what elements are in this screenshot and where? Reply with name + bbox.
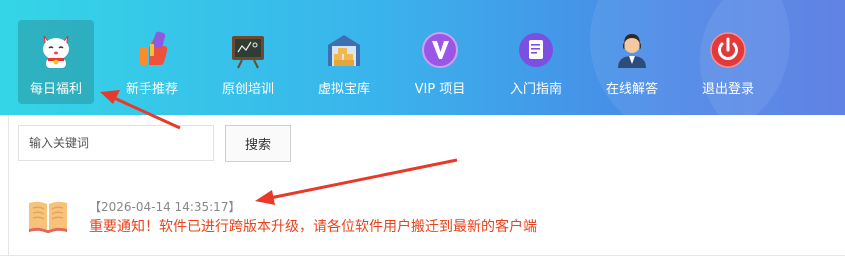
- guide-document-icon: [519, 33, 553, 67]
- nav-item-label: 每日福利: [29, 82, 82, 97]
- lucky-cat-icon: [43, 35, 69, 68]
- divider: [0, 255, 845, 256]
- nav-item-label: 在线解答: [605, 82, 658, 97]
- search-button-label: 搜索: [244, 138, 271, 153]
- open-book-icon: [29, 201, 67, 233]
- nav-item-beginner-guide[interactable]: 入门指南: [498, 20, 574, 104]
- notice-timestamp: 【2026-04-14 14:35:17】: [89, 200, 241, 214]
- thumbs-up-icon: [140, 31, 168, 65]
- vip-badge-icon: [422, 32, 458, 68]
- nav-item-original-training[interactable]: 原创培训: [210, 20, 286, 104]
- nav-item-label: 入门指南: [509, 82, 562, 97]
- search-input[interactable]: [18, 125, 214, 161]
- notice-text[interactable]: 重要通知！软件已进行跨版本升级，请各位软件用户搬迁到最新的客户端: [89, 216, 537, 236]
- nav-item-beginner-recommend[interactable]: 新手推荐: [114, 20, 190, 104]
- nav-item-label: 原创培训: [221, 82, 274, 97]
- support-agent-icon: [618, 34, 646, 68]
- power-icon: [710, 32, 746, 68]
- nav-item-vip-project[interactable]: VIP 项目: [402, 20, 478, 104]
- chalkboard-icon: [232, 36, 264, 69]
- top-navigation-bar: 每日福利 新手推荐 原创培训 虚拟宝库 VIP 项目 入门指南 在线解答 退出登…: [0, 0, 845, 115]
- nav-item-label: 退出登录: [701, 82, 754, 97]
- search-button[interactable]: 搜索: [225, 125, 291, 162]
- warehouse-icon: [328, 35, 360, 66]
- nav-item-virtual-treasury[interactable]: 虚拟宝库: [306, 20, 382, 104]
- nav-item-daily-welfare[interactable]: 每日福利: [18, 20, 94, 104]
- nav-item-logout[interactable]: 退出登录: [690, 20, 766, 104]
- nav-item-label: 虚拟宝库: [317, 82, 370, 97]
- nav-item-label: 新手推荐: [125, 82, 178, 97]
- nav-item-online-answer[interactable]: 在线解答: [594, 20, 670, 104]
- nav-item-label: VIP 项目: [414, 82, 466, 97]
